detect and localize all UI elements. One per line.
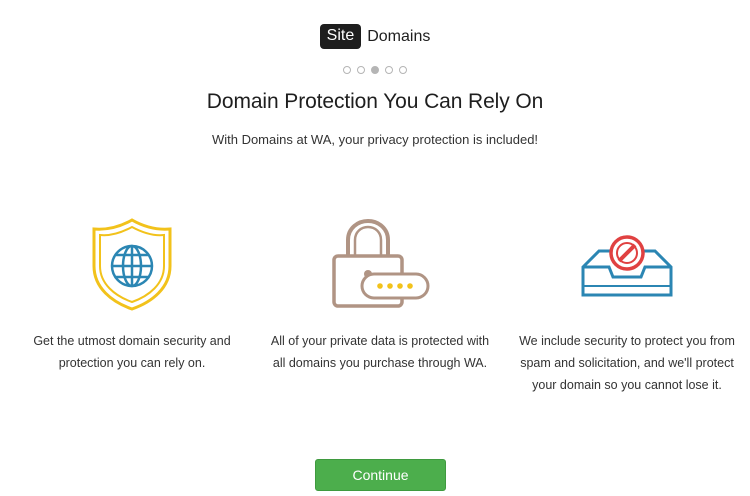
inbox-blocked-icon — [512, 212, 742, 316]
page-subtitle: With Domains at WA, your privacy protect… — [211, 132, 539, 147]
step-indicator — [0, 66, 750, 74]
continue-button[interactable]: Continue — [315, 459, 446, 491]
step-dot-5[interactable] — [399, 66, 407, 74]
step-dot-4[interactable] — [385, 66, 393, 74]
step-dot-1[interactable] — [343, 66, 351, 74]
brand-name: Domains — [367, 27, 431, 45]
feature-spam-text: We include security to protect you from … — [519, 334, 735, 392]
padlock-password-icon — [265, 212, 495, 316]
shield-globe-icon — [17, 212, 247, 316]
feature-privacy-text: All of your private data is protected wi… — [270, 334, 490, 370]
step-dot-2[interactable] — [357, 66, 365, 74]
feature-security-text: Get the utmost domain security and prote… — [33, 334, 231, 370]
page-title: Domain Protection You Can Rely On — [206, 90, 544, 113]
feature-privacy: All of your private data is protected wi… — [265, 212, 495, 374]
feature-spam: We include security to protect you from … — [512, 212, 742, 396]
step-dot-3[interactable] — [371, 66, 379, 74]
onboarding-page: Site Domains Domain Protection You Can R… — [0, 0, 750, 496]
brand-logo: Site Domains — [0, 24, 750, 49]
feature-security: Get the utmost domain security and prote… — [17, 212, 247, 374]
brand-badge: Site — [319, 24, 362, 49]
